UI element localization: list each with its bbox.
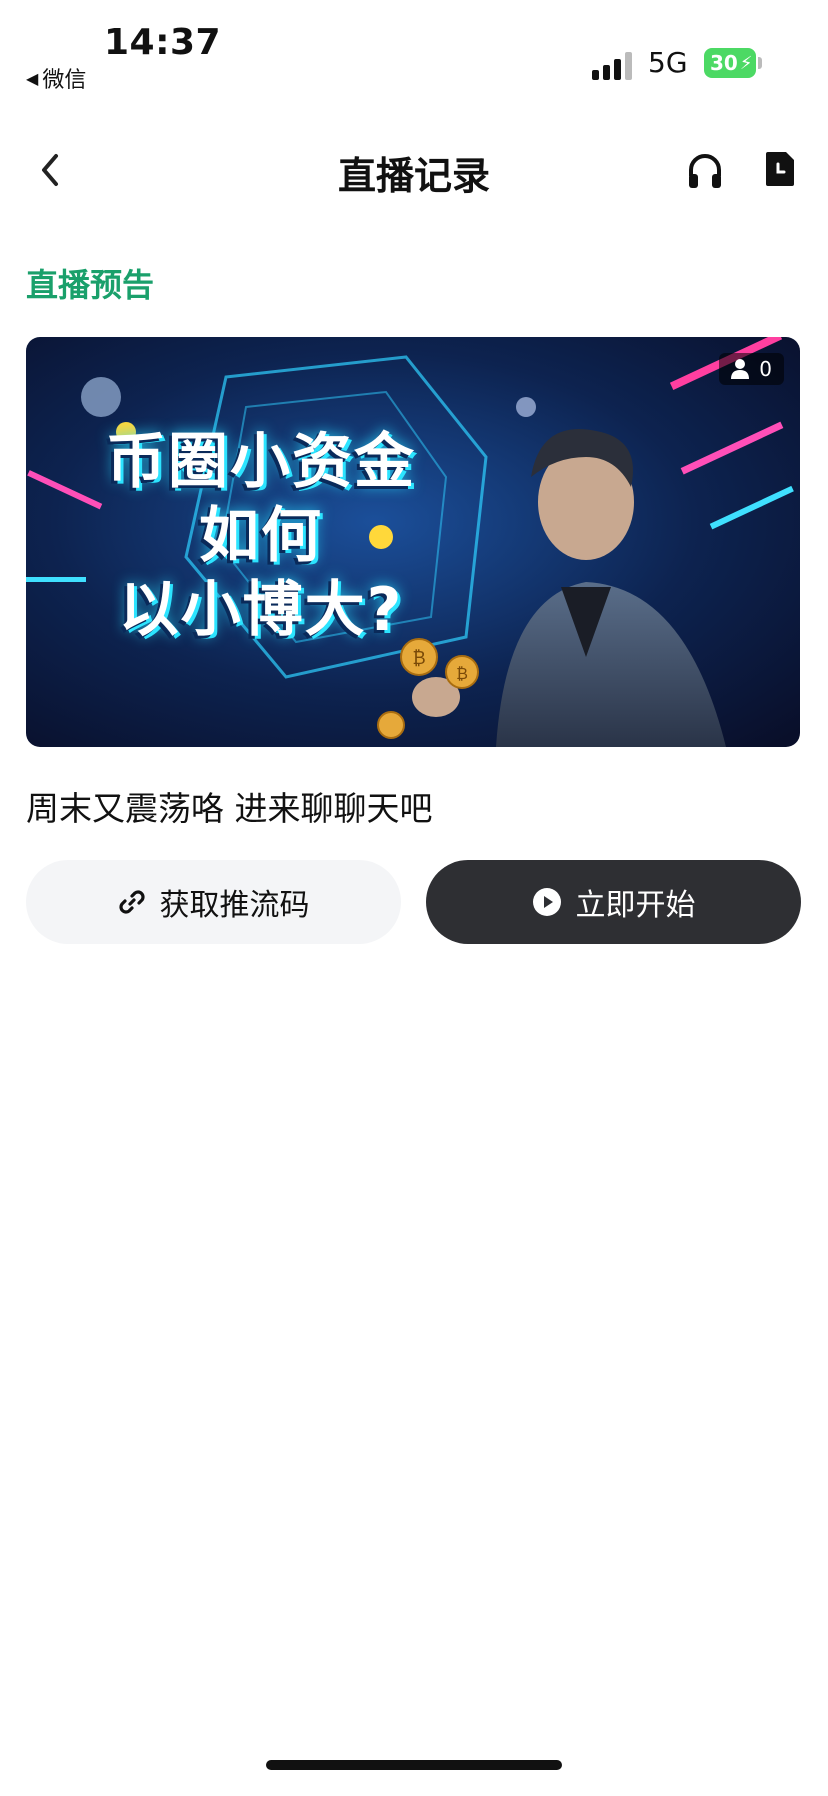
charging-icon: ⚡ xyxy=(739,52,753,74)
signal-icon xyxy=(592,52,636,80)
back-app-label: 微信 xyxy=(42,68,87,93)
live-description: 周末又震荡咯 进来聊聊天吧 xyxy=(26,789,433,828)
status-time: 14:37 xyxy=(104,22,222,63)
get-stream-code-label: 获取推流码 xyxy=(159,888,310,923)
headset-icon[interactable] xyxy=(686,152,724,190)
get-stream-code-button[interactable]: 获取推流码 xyxy=(26,860,401,944)
svg-text:₿: ₿ xyxy=(456,664,468,683)
cover-title-line: 币圈小资金 xyxy=(106,427,416,497)
cover-title-line: 如何 xyxy=(199,501,323,571)
document-clock-icon[interactable] xyxy=(764,150,796,188)
back-to-app[interactable]: ◀ 微信 xyxy=(26,62,86,94)
play-circle-icon xyxy=(532,888,561,916)
battery-level: 30 xyxy=(710,51,738,75)
status-indicators: 5G 30 ⚡ xyxy=(588,44,828,84)
viewer-count: 0 xyxy=(759,357,772,381)
svg-text:₿: ₿ xyxy=(412,648,425,669)
home-indicator[interactable] xyxy=(266,1760,562,1770)
start-now-label: 立即开始 xyxy=(575,888,696,923)
live-cover-image[interactable]: ₿ ₿ 币圈小资金 如何 以小博大? 0 xyxy=(26,337,800,747)
link-icon xyxy=(118,890,145,914)
viewer-count-badge: 0 xyxy=(719,353,784,385)
cover-title-line: 以小博大? xyxy=(118,575,404,645)
cover-title: 币圈小资金 如何 以小博大? xyxy=(106,425,416,647)
battery-icon: 30 ⚡ xyxy=(704,48,762,78)
section-title: 直播预告 xyxy=(26,266,155,304)
start-now-button[interactable]: 立即开始 xyxy=(426,860,801,944)
person-icon xyxy=(731,359,750,379)
network-type: 5G xyxy=(648,46,688,79)
back-triangle-icon: ◀ xyxy=(26,68,39,88)
